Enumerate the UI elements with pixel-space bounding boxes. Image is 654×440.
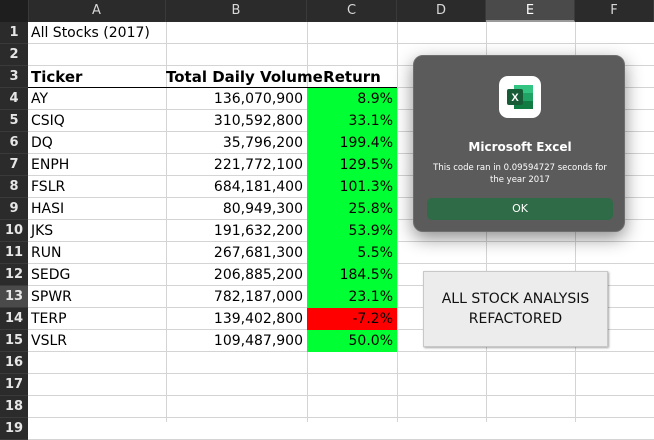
- ticker-cell[interactable]: TERP: [28, 308, 166, 330]
- ticker-cell[interactable]: CSIQ: [28, 110, 166, 132]
- return-header[interactable]: Return: [307, 66, 397, 88]
- ticker-cell[interactable]: SPWR: [28, 286, 166, 308]
- return-cell[interactable]: 184.5%: [307, 264, 397, 286]
- row-header-19[interactable]: 19: [0, 418, 28, 440]
- volume-cell[interactable]: 136,070,900: [166, 88, 307, 110]
- volume-cell[interactable]: 267,681,300: [166, 242, 307, 264]
- row-header-14[interactable]: 14: [0, 308, 28, 330]
- volume-cell[interactable]: 139,402,800: [166, 308, 307, 330]
- volume-cell[interactable]: 35,796,200: [166, 132, 307, 154]
- return-cell[interactable]: 5.5%: [307, 242, 397, 264]
- ticker-cell[interactable]: FSLR: [28, 176, 166, 198]
- ticker-cell[interactable]: ENPH: [28, 154, 166, 176]
- return-cell[interactable]: 23.1%: [307, 286, 397, 308]
- row-header-7[interactable]: 7: [0, 154, 28, 176]
- title-cell[interactable]: All Stocks (2017): [28, 22, 166, 44]
- return-cell[interactable]: 50.0%: [307, 330, 397, 352]
- column-header-d[interactable]: D: [397, 0, 486, 22]
- volume-cell[interactable]: 782,187,000: [166, 286, 307, 308]
- row-header-6[interactable]: 6: [0, 132, 28, 154]
- excel-app-icon: X: [499, 76, 541, 118]
- refactored-analysis-button[interactable]: ALL STOCK ANALYSIS REFACTORED: [423, 271, 608, 347]
- row-header-17[interactable]: 17: [0, 374, 28, 396]
- column-header-bar: A B C D E F: [0, 0, 654, 22]
- row-header-18[interactable]: 18: [0, 396, 28, 418]
- row-header-16[interactable]: 16: [0, 352, 28, 374]
- return-cell[interactable]: -7.2%: [307, 308, 397, 330]
- volume-cell[interactable]: 310,592,800: [166, 110, 307, 132]
- volume-cell[interactable]: 206,885,200: [166, 264, 307, 286]
- ticker-cell[interactable]: HASI: [28, 198, 166, 220]
- volume-cell[interactable]: 221,772,100: [166, 154, 307, 176]
- ticker-cell[interactable]: DQ: [28, 132, 166, 154]
- row-header-13[interactable]: 13: [0, 286, 28, 308]
- return-cell[interactable]: 199.4%: [307, 132, 397, 154]
- dialog-message: This code ran in 0.09594727 seconds for …: [433, 163, 607, 185]
- ticker-cell[interactable]: SEDG: [28, 264, 166, 286]
- column-header-c[interactable]: C: [307, 0, 397, 22]
- row-header-3[interactable]: 3: [0, 66, 28, 88]
- row-header-8[interactable]: 8: [0, 176, 28, 198]
- return-cell[interactable]: 8.9%: [307, 88, 397, 110]
- return-cell[interactable]: 53.9%: [307, 220, 397, 242]
- ticker-cell[interactable]: AY: [28, 88, 166, 110]
- row-header-12[interactable]: 12: [0, 264, 28, 286]
- row-header-11[interactable]: 11: [0, 242, 28, 264]
- return-cell[interactable]: 101.3%: [307, 176, 397, 198]
- ticker-cell[interactable]: VSLR: [28, 330, 166, 352]
- row-header-10[interactable]: 10: [0, 220, 28, 242]
- ok-button[interactable]: OK: [427, 198, 613, 220]
- row-header-9[interactable]: 9: [0, 198, 28, 220]
- row-header-5[interactable]: 5: [0, 110, 28, 132]
- return-cell[interactable]: 129.5%: [307, 154, 397, 176]
- row-header-2[interactable]: 2: [0, 44, 28, 66]
- volume-cell[interactable]: 109,487,900: [166, 330, 307, 352]
- column-header-f[interactable]: F: [575, 0, 654, 22]
- column-header-b[interactable]: B: [166, 0, 307, 22]
- ticker-cell[interactable]: RUN: [28, 242, 166, 264]
- ticker-header[interactable]: Ticker: [28, 66, 166, 88]
- volume-header[interactable]: Total Daily Volume: [166, 66, 323, 88]
- select-all-corner[interactable]: [0, 0, 29, 22]
- return-cell[interactable]: 25.8%: [307, 198, 397, 220]
- row-header-15[interactable]: 15: [0, 330, 28, 352]
- column-header-e[interactable]: E: [486, 0, 575, 22]
- column-header-a[interactable]: A: [28, 0, 166, 22]
- dialog-title: Microsoft Excel: [468, 140, 572, 154]
- ticker-cell[interactable]: JKS: [28, 220, 166, 242]
- message-dialog: X Microsoft Excel This code ran in 0.095…: [413, 55, 625, 232]
- row-header-4[interactable]: 4: [0, 88, 28, 110]
- volume-cell[interactable]: 684,181,400: [166, 176, 307, 198]
- row-header-1[interactable]: 1: [0, 22, 28, 44]
- return-cell[interactable]: 33.1%: [307, 110, 397, 132]
- svg-text:X: X: [511, 92, 519, 104]
- volume-cell[interactable]: 191,632,200: [166, 220, 307, 242]
- volume-cell[interactable]: 80,949,300: [166, 198, 307, 220]
- spreadsheet: A B C D E F 1 2 3 4 5 6 7 8 9 10 11 12 13 14 15 16 17 18 1…: [0, 0, 654, 440]
